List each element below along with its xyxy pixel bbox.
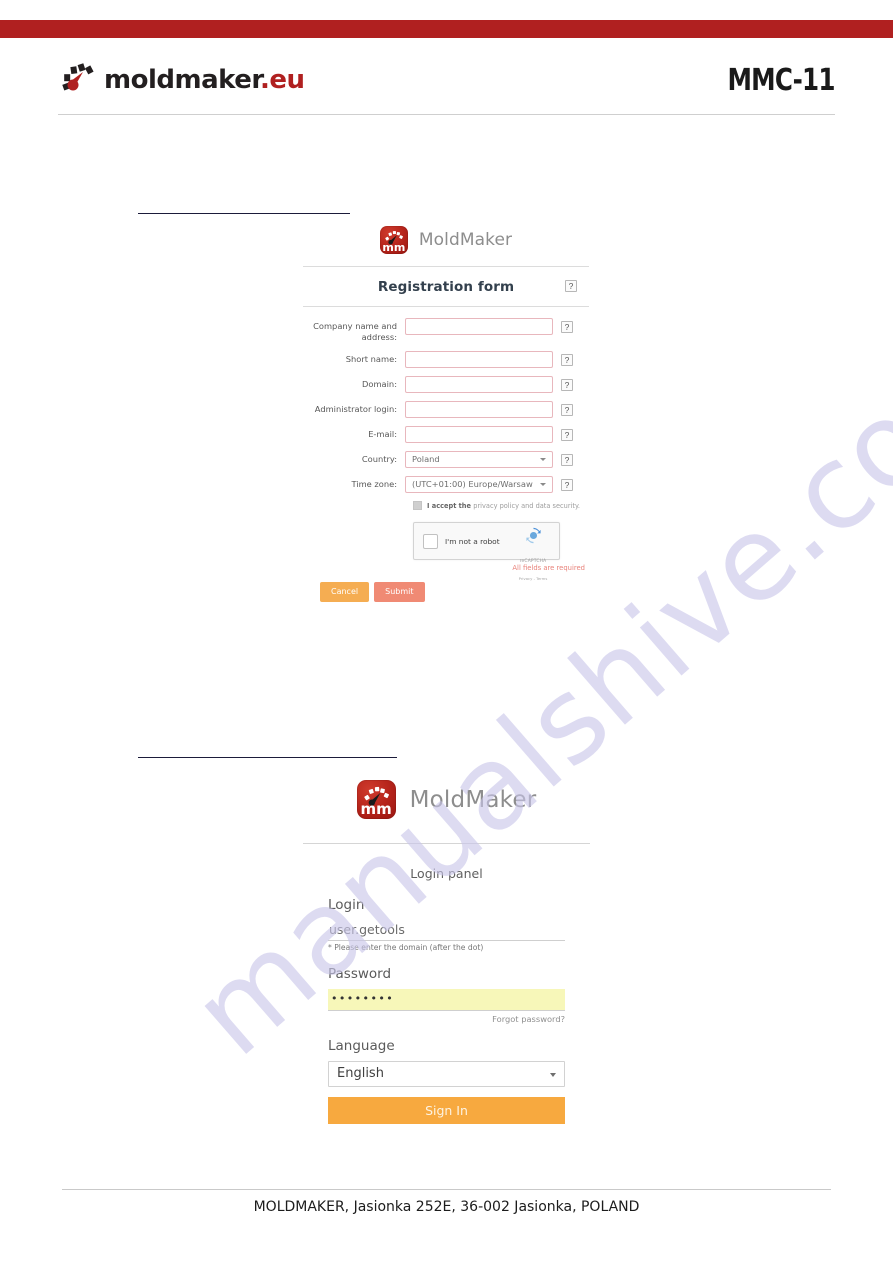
recaptcha-widget[interactable]: I'm not a robot reCAPTCHA Privacy - Term… [413, 522, 560, 581]
field-label-domain: Domain: [362, 379, 397, 389]
field-label-short-name: Short name: [345, 354, 397, 364]
moldmaker-app-icon: mm [356, 780, 396, 819]
registration-logo-name: MoldMaker [418, 230, 513, 250]
section-divider-top [138, 213, 350, 214]
help-icon[interactable]: ? [561, 429, 573, 441]
field-label-timezone: Time zone: [351, 479, 397, 489]
field-row-country: Country: Poland ? [303, 451, 589, 468]
app-icon-text: mm [382, 240, 406, 254]
app-icon-text: mm [360, 800, 392, 819]
language-field-label: Language [328, 1038, 395, 1054]
login-form: Login * Please enter the domain (after t… [303, 881, 590, 1124]
footer-divider [62, 1189, 831, 1190]
country-select-value: Poland [412, 454, 440, 464]
domain-input[interactable] [405, 376, 553, 393]
help-icon[interactable]: ? [561, 454, 573, 466]
language-select-value: English [337, 1066, 384, 1081]
moldmaker-brand-logo: moldmaker.eu [58, 63, 305, 97]
model-code: MMC-11 [727, 63, 836, 98]
registration-form-card: mm MoldMaker Registration form ? Company… [303, 222, 589, 602]
recaptcha-icon [525, 527, 542, 548]
field-row-admin-login: Administrator login: ? [303, 401, 589, 418]
recaptcha-brand-name: reCAPTCHA [519, 559, 547, 564]
submit-button[interactable]: Submit [374, 582, 425, 602]
company-name-input[interactable] [405, 318, 553, 335]
forgot-password-link[interactable]: Forgot password? [328, 1014, 565, 1024]
help-icon[interactable]: ? [561, 379, 573, 391]
login-field-label: Login [328, 897, 365, 913]
consent-label-strong: I accept the [427, 501, 474, 510]
recaptcha-checkbox[interactable] [423, 533, 438, 549]
page-header: moldmaker.eu MMC-11 [0, 55, 893, 115]
login-panel-title: Login panel [410, 866, 483, 881]
cancel-button[interactable]: Cancel [320, 582, 370, 602]
timezone-select[interactable]: (UTC+01:00) Europe/Warsaw [405, 476, 553, 493]
login-logo-name: MoldMaker [409, 786, 537, 813]
field-label-email: E-mail: [368, 429, 397, 439]
field-label-company: Company name and address: [313, 321, 397, 342]
login-logo-row: mm MoldMaker [303, 780, 590, 844]
timezone-select-value: (UTC+01:00) Europe/Warsaw [412, 479, 533, 489]
field-row-email: E-mail: ? [303, 426, 589, 443]
chevron-down-icon [550, 1073, 556, 1077]
field-label-country: Country: [361, 454, 397, 464]
field-row-timezone: Time zone: (UTC+01:00) Europe/Warsaw ? [303, 476, 589, 493]
recaptcha-label: I'm not a robot [445, 536, 500, 546]
chevron-down-icon [540, 483, 546, 486]
short-name-input[interactable] [405, 351, 553, 368]
registration-button-row: Cancel Submit [320, 582, 589, 602]
field-row-short-name: Short name: ? [303, 351, 589, 368]
consent-row: I accept the privacy policy and data sec… [413, 501, 589, 510]
field-row-company: Company name and address: ? [303, 318, 589, 343]
help-icon[interactable]: ? [561, 479, 573, 491]
field-row-domain: Domain: ? [303, 376, 589, 393]
recaptcha-brand-links[interactable]: Privacy - Terms [519, 576, 548, 581]
login-panel-card: mm MoldMaker Login panel Login * Please … [303, 780, 590, 1124]
chevron-down-icon [540, 458, 546, 461]
consent-checkbox[interactable] [413, 501, 422, 510]
help-icon[interactable]: ? [561, 321, 573, 333]
consent-label-link[interactable]: privacy policy and data security. [473, 502, 580, 510]
footer-address: MOLDMAKER, Jasionka 252E, 36-002 Jasionk… [253, 1199, 640, 1215]
language-block: Language English [328, 1038, 565, 1087]
registration-fields: Company name and address: ? Short name: … [303, 307, 589, 602]
field-label-admin-login: Administrator login: [314, 404, 397, 414]
top-red-bar [0, 20, 893, 38]
consent-label: I accept the privacy policy and data sec… [427, 502, 580, 510]
recaptcha-branding: reCAPTCHA Privacy - Terms [514, 527, 552, 585]
email-input[interactable] [405, 426, 553, 443]
password-field-label: Password [328, 966, 392, 982]
speedometer-icon [58, 63, 98, 97]
sign-in-button[interactable]: Sign In [328, 1097, 565, 1124]
header-divider [58, 114, 835, 115]
page-title: Registration form [377, 279, 515, 295]
password-input[interactable] [328, 989, 565, 1011]
registration-logo-row: mm MoldMaker [303, 222, 589, 267]
login-field-hint: * Please enter the domain (after the dot… [328, 943, 484, 952]
help-icon[interactable]: ? [561, 404, 573, 416]
administrator-login-input[interactable] [405, 401, 553, 418]
country-select[interactable]: Poland [405, 451, 553, 468]
brand-wordmark: moldmaker.eu [104, 65, 305, 95]
moldmaker-app-icon: mm [379, 226, 408, 254]
registration-title-row: Registration form ? [303, 267, 589, 307]
login-input[interactable] [328, 920, 565, 941]
language-select[interactable]: English [328, 1061, 565, 1087]
help-icon[interactable]: ? [561, 354, 573, 366]
section-divider-bottom [138, 757, 397, 758]
help-icon[interactable]: ? [565, 280, 577, 292]
